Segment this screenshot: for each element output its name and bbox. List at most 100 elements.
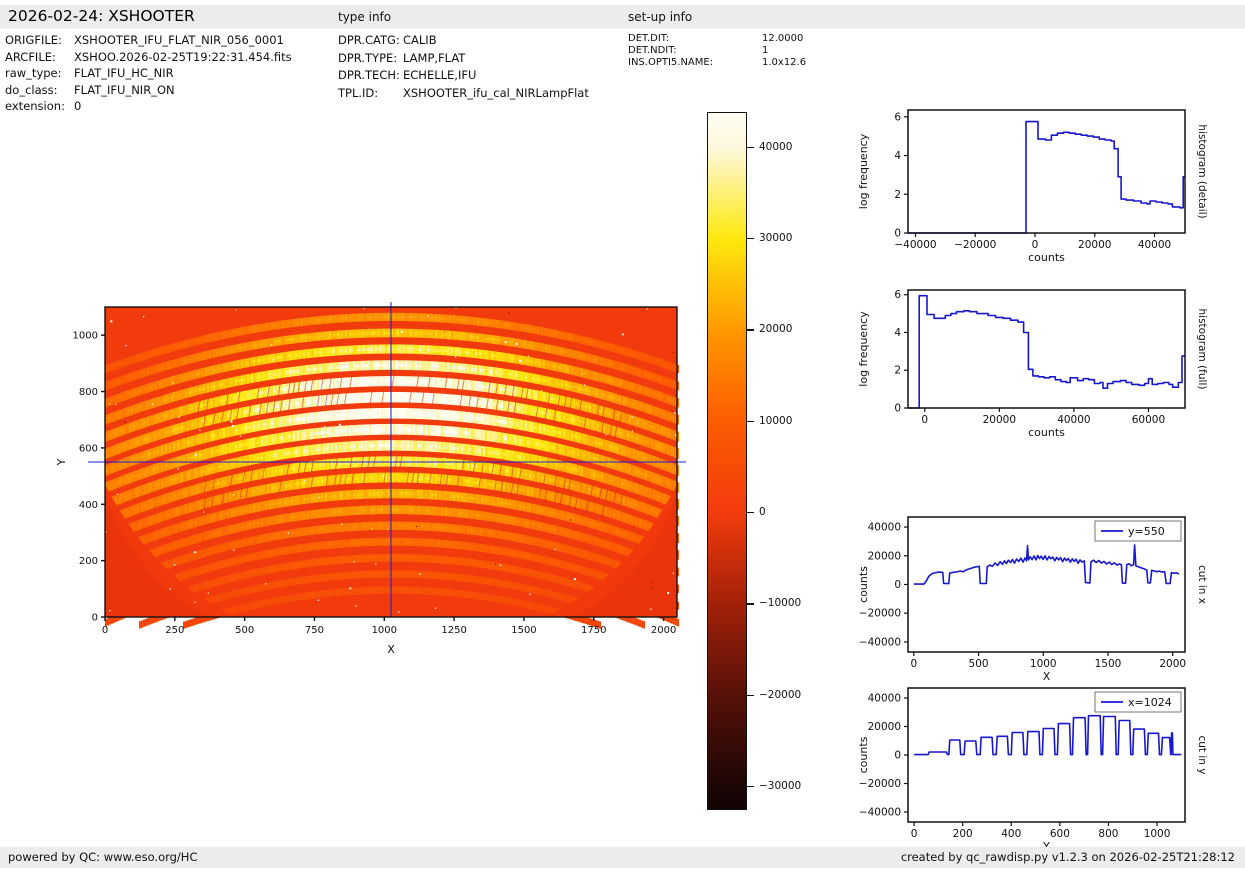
field-value: ECHELLE,IFU [403,68,476,82]
field-label: DET.NDIT: [628,45,762,56]
svg-text:−40000: −40000 [894,239,936,251]
field-label: ORIGFILE: [5,33,74,47]
colorbar-tick [747,421,754,422]
field-value: XSHOOTER_IFU_FLAT_NIR_056_0001 [74,33,284,47]
footer-bar: powered by QC: www.eso.org/HC created by… [0,847,1245,868]
setup-info-block: DET.DIT:12.0000 DET.NDIT:1 INS.OPTI5.NAM… [628,33,806,69]
field-value: XSHOO.2026-02-25T19:22:31.454.fits [74,50,292,64]
field-value: 1.0x12.6 [762,57,806,68]
svg-text:600: 600 [1050,828,1070,840]
svg-text:40000: 40000 [868,522,901,534]
svg-text:log frequency: log frequency [857,133,870,209]
colorbar-gradient [707,112,747,810]
type-info-block: DPR.CATG:CALIB DPR.TYPE:LAMP,FLAT DPR.TE… [338,33,589,103]
setup-info-row: DET.DIT:12.0000 [628,33,806,45]
field-label: DPR.TYPE: [338,51,403,65]
colorbar-tick-label: 30000 [759,232,792,244]
type-info-row: DPR.CATG:CALIB [338,33,589,51]
svg-text:1500: 1500 [1095,658,1122,670]
colorbar-tick [747,786,754,787]
field-label: DPR.TECH: [338,68,403,82]
svg-text:−20000: −20000 [954,239,996,251]
setup-info-row: DET.NDIT:1 [628,45,806,57]
footer-left-text: powered by QC: www.eso.org/HC [8,850,197,864]
file-info-block: ORIGFILE:XSHOOTER_IFU_FLAT_NIR_056_0001 … [5,33,292,116]
svg-text:0: 0 [894,750,901,762]
svg-text:cut in x: cut in x [1196,565,1208,604]
colorbar-tick [747,329,754,330]
field-label: extension: [5,99,74,113]
svg-text:2000: 2000 [1159,658,1186,670]
svg-text:y=550: y=550 [1128,525,1165,538]
setup-info-row: INS.OPTI5.NAME:1.0x12.6 [628,57,806,69]
footer-right-text: created by qc_rawdisp.py v1.2.3 on 2026-… [901,850,1235,864]
field-value: 1 [762,45,768,56]
svg-text:4: 4 [894,150,901,162]
colorbar-tick-label: 40000 [759,141,792,153]
field-label: TPL.ID: [338,86,403,100]
svg-text:counts: counts [857,736,870,773]
svg-text:0: 0 [894,403,901,415]
colorbar-tick-label: −20000 [759,689,801,701]
field-label: INS.OPTI5.NAME: [628,57,762,68]
colorbar: 400003000020000100000−10000−20000−30000 [700,100,840,840]
colorbar-tick [747,603,754,604]
svg-text:60000: 60000 [1132,414,1165,426]
svg-text:0: 0 [1032,239,1039,251]
field-value: LAMP,FLAT [403,51,465,65]
field-label: raw_type: [5,66,74,80]
svg-text:0: 0 [894,228,901,240]
field-label: ARCFILE: [5,50,74,64]
type-info-row: TPL.ID:XSHOOTER_ifu_cal_NIRLampFlat [338,86,589,104]
section-title-type-info: type info [338,10,391,24]
header-bar: 2026-02-24: XSHOOTER type info set-up in… [0,5,1245,29]
svg-text:−40000: −40000 [859,636,901,648]
svg-text:counts: counts [1028,426,1065,439]
colorbar-tick-label: 0 [759,506,766,518]
field-value: 0 [74,99,81,113]
field-label: DPR.CATG: [338,33,403,47]
field-label: do_class: [5,83,74,97]
field-value: FLAT_IFU_HC_NIR [74,66,174,80]
svg-text:20000: 20000 [868,550,901,562]
file-info-row: do_class:FLAT_IFU_NIR_ON [5,83,292,100]
svg-text:40000: 40000 [868,692,901,704]
svg-text:20000: 20000 [983,414,1016,426]
svg-text:log frequency: log frequency [857,311,870,387]
field-value: FLAT_IFU_NIR_ON [74,83,175,97]
svg-text:500: 500 [969,658,989,670]
field-label: DET.DIT: [628,33,762,44]
svg-text:1000: 1000 [1030,658,1057,670]
svg-text:1000: 1000 [1144,828,1171,840]
svg-text:−20000: −20000 [859,778,901,790]
cut-in-y-plot: 0200400600800100040000200000−20000−40000… [845,673,1245,858]
file-info-row: extension:0 [5,99,292,116]
section-title-setup-info: set-up info [628,10,692,24]
field-value: CALIB [403,33,437,47]
file-info-row: ORIGFILE:XSHOOTER_IFU_FLAT_NIR_056_0001 [5,33,292,50]
svg-text:200: 200 [953,828,973,840]
svg-text:counts: counts [857,566,870,603]
file-info-row: raw_type:FLAT_IFU_HC_NIR [5,66,292,83]
colorbar-tick-label: 10000 [759,415,792,427]
svg-text:0: 0 [911,828,918,840]
svg-text:800: 800 [1098,828,1118,840]
svg-text:0: 0 [894,579,901,591]
colorbar-tick-label: −30000 [759,780,801,792]
svg-text:−20000: −20000 [859,608,901,620]
colorbar-tick [747,512,754,513]
svg-text:40000: 40000 [1057,414,1090,426]
field-value: XSHOOTER_ifu_cal_NIRLampFlat [403,86,589,100]
svg-text:6: 6 [894,289,901,301]
svg-text:20000: 20000 [1078,239,1111,251]
svg-text:cut in y: cut in y [1196,735,1208,774]
svg-text:−40000: −40000 [859,807,901,819]
svg-text:x=1024: x=1024 [1128,696,1172,709]
page-title: 2026-02-24: XSHOOTER [8,7,195,25]
colorbar-tick [747,147,754,148]
field-value: 12.0000 [762,33,803,44]
svg-text:counts: counts [1028,251,1065,264]
svg-text:histogram (detail): histogram (detail) [1196,124,1208,218]
histogram-detail-plot: −40000−20000020000400000246countslog fre… [845,95,1245,280]
histogram-full-plot: 02000040000600000246countslog frequencyh… [845,275,1245,455]
